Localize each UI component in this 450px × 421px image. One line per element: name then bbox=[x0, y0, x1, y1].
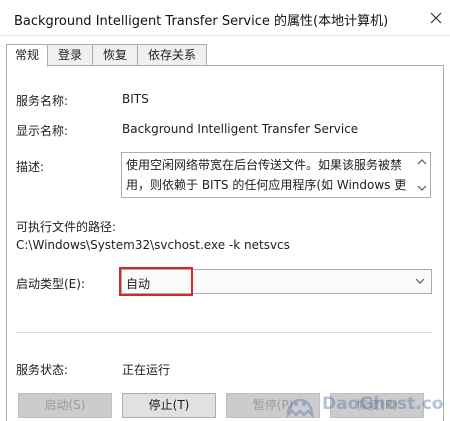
startup-type-select[interactable]: 自动 bbox=[121, 269, 432, 294]
exe-path-label: 可执行文件的路径: bbox=[16, 220, 117, 234]
scroll-up-icon[interactable] bbox=[414, 155, 430, 169]
service-status-label: 服务状态: bbox=[16, 363, 69, 377]
close-button[interactable] bbox=[422, 0, 450, 36]
divider bbox=[16, 332, 432, 333]
tab-logon[interactable]: 登录 bbox=[47, 44, 93, 66]
resume-button[interactable]: 恢复(R) bbox=[330, 393, 424, 418]
chevron-down-icon bbox=[415, 278, 425, 284]
startup-type-label: 启动类型(E): bbox=[16, 277, 85, 291]
tab-general[interactable]: 常规 bbox=[6, 44, 48, 67]
display-name-value: Background Intelligent Transfer Service bbox=[122, 122, 359, 136]
description-text: 使用空闲网络带宽在后台传送文件。如果该服务被禁用，则依赖于 BITS 的任何应用… bbox=[126, 158, 407, 192]
service-name-value: BITS bbox=[122, 92, 149, 106]
scroll-down-icon[interactable] bbox=[414, 181, 430, 195]
exe-path-value: C:\Windows\System32\svchost.exe -k netsv… bbox=[16, 238, 290, 252]
close-icon bbox=[430, 12, 442, 24]
pause-button[interactable]: 暂停(P) bbox=[226, 393, 320, 418]
startup-type-value: 自动 bbox=[126, 277, 151, 291]
stop-button[interactable]: 停止(T) bbox=[122, 393, 216, 418]
window-title: Background Intelligent Transfer Service … bbox=[14, 14, 389, 29]
service-name-label: 服务名称: bbox=[16, 94, 69, 108]
start-button[interactable]: 启动(S) bbox=[18, 393, 112, 418]
description-scrollbar[interactable] bbox=[414, 153, 430, 197]
service-status-value: 正在运行 bbox=[122, 363, 171, 377]
description-label: 描述: bbox=[16, 160, 45, 174]
tab-recovery[interactable]: 恢复 bbox=[92, 44, 138, 66]
title-bar: Background Intelligent Transfer Service … bbox=[0, 0, 450, 36]
description-textbox[interactable]: 使用空闲网络带宽在后台传送文件。如果该服务被禁用，则依赖于 BITS 的任何应用… bbox=[121, 152, 431, 198]
tab-dependencies[interactable]: 依存关系 bbox=[137, 44, 207, 66]
display-name-label: 显示名称: bbox=[16, 124, 69, 138]
